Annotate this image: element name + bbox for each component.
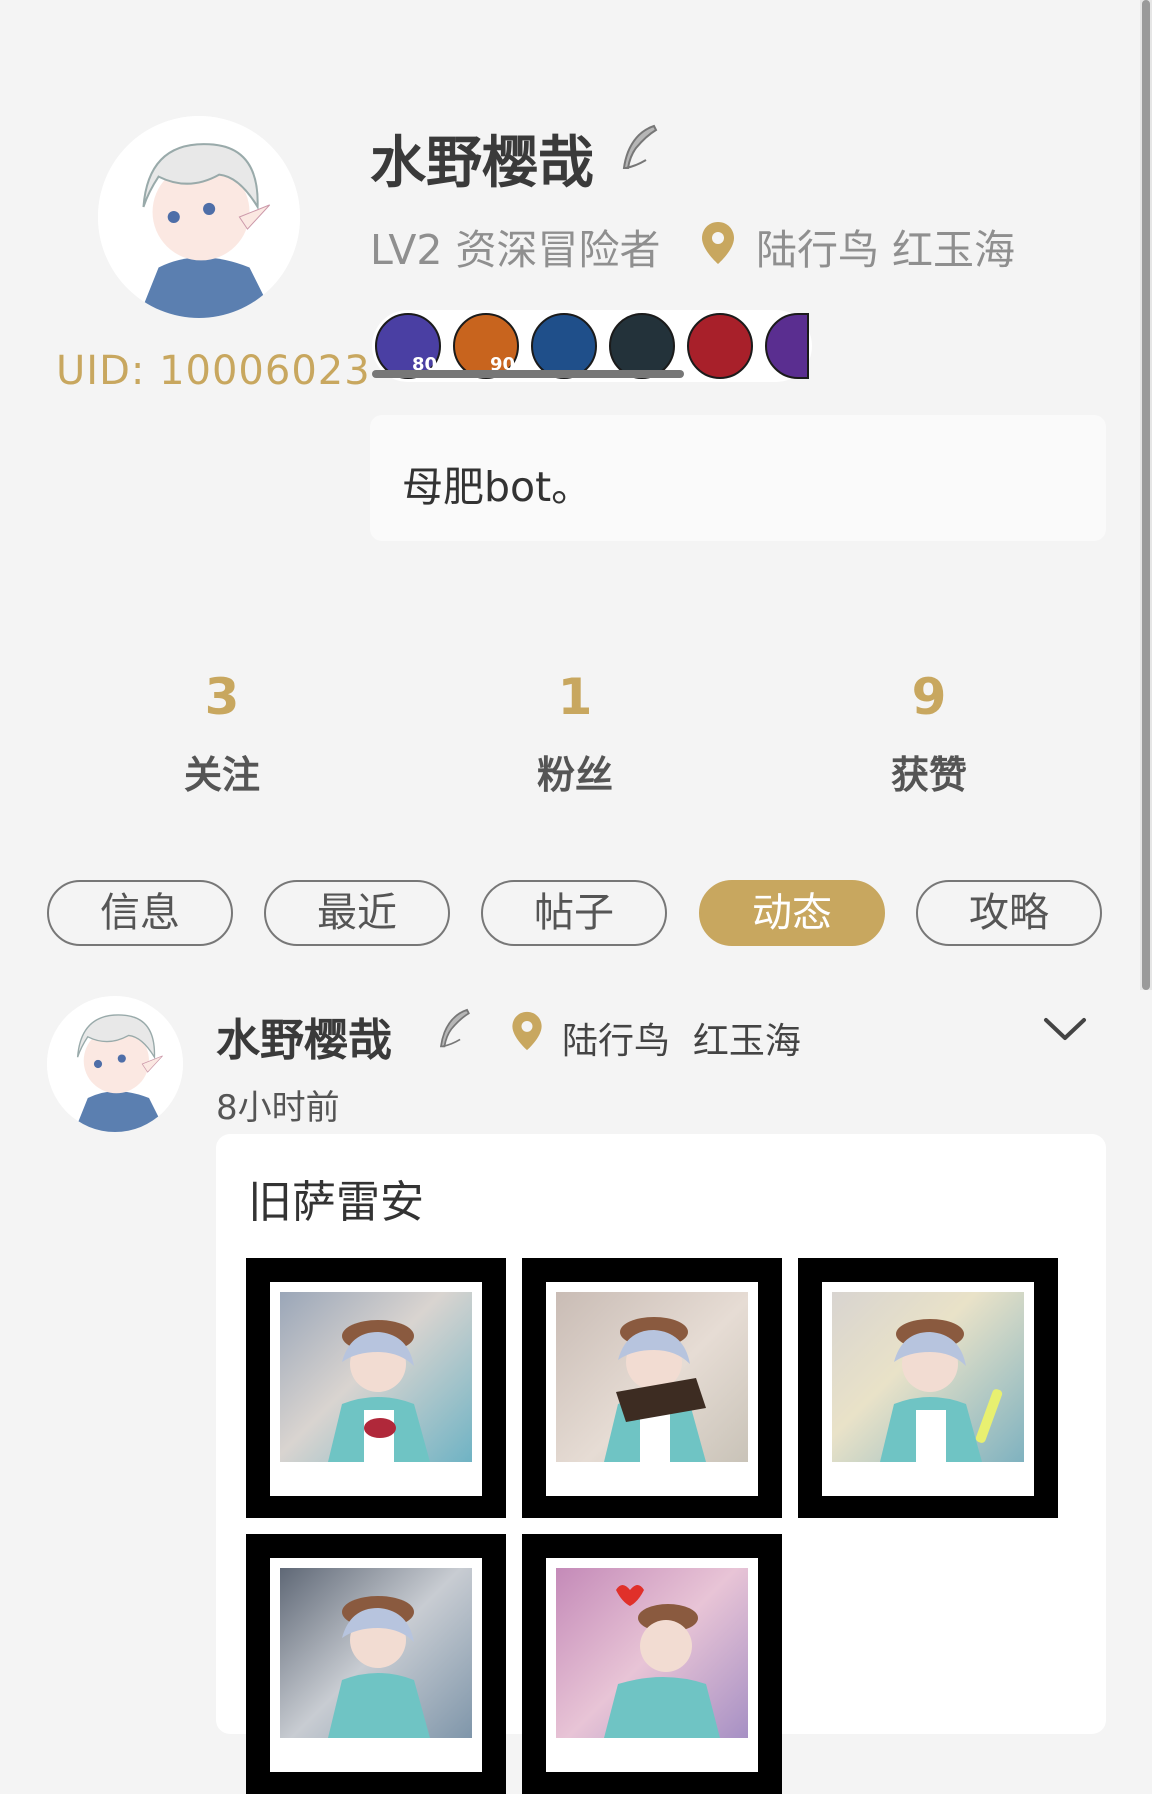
profile-avatar[interactable]: [98, 116, 300, 318]
tab-posts[interactable]: 帖子: [481, 880, 667, 946]
following-label[interactable]: 关注: [122, 744, 322, 799]
followers-count[interactable]: 1: [475, 668, 675, 726]
badge-scrollbar[interactable]: [372, 370, 684, 378]
tab-guides[interactable]: 攻略: [916, 880, 1102, 946]
post-photo[interactable]: [798, 1258, 1058, 1518]
post-title: 旧萨雷安: [248, 1177, 424, 1228]
page-scrollbar-thumb[interactable]: [1142, 0, 1150, 990]
chevron-down-icon[interactable]: [1040, 1010, 1090, 1050]
post-photo[interactable]: [522, 1258, 782, 1518]
level-text: LV2 资深冒险者: [370, 226, 661, 274]
location-text: 陆行鸟 红玉海: [756, 226, 1016, 274]
likes-label[interactable]: 获赞: [829, 744, 1029, 799]
location-pin-icon: [700, 220, 736, 266]
location-pin-icon: [510, 1010, 544, 1052]
post-photo[interactable]: [522, 1534, 782, 1794]
purple-job-icon[interactable]: [765, 313, 809, 379]
tab-activity[interactable]: 动态: [699, 880, 885, 946]
profile-name: 水野樱哉: [370, 131, 594, 196]
post-author-name[interactable]: 水野樱哉: [216, 1004, 392, 1068]
post-location: 陆行鸟 红玉海: [562, 1021, 801, 1062]
followers-label[interactable]: 粉丝: [475, 744, 675, 799]
tab-recent[interactable]: 最近: [264, 880, 450, 946]
post-author-avatar[interactable]: [47, 996, 183, 1132]
bio-text: 母肥bot。: [402, 463, 593, 511]
quill-icon: [616, 122, 662, 174]
post-photo[interactable]: [246, 1258, 506, 1518]
quill-icon: [434, 1006, 474, 1052]
red-banner-icon[interactable]: [687, 313, 753, 379]
post-time: 8小时前: [216, 1088, 340, 1128]
following-count[interactable]: 3: [122, 668, 322, 726]
user-id: UID: 10006023: [56, 348, 371, 394]
bio-box: 母肥bot。: [370, 415, 1106, 541]
likes-count[interactable]: 9: [829, 668, 1029, 726]
post-card[interactable]: 旧萨雷安: [216, 1134, 1106, 1794]
tab-info[interactable]: 信息: [47, 880, 233, 946]
post-photo[interactable]: [246, 1534, 506, 1794]
